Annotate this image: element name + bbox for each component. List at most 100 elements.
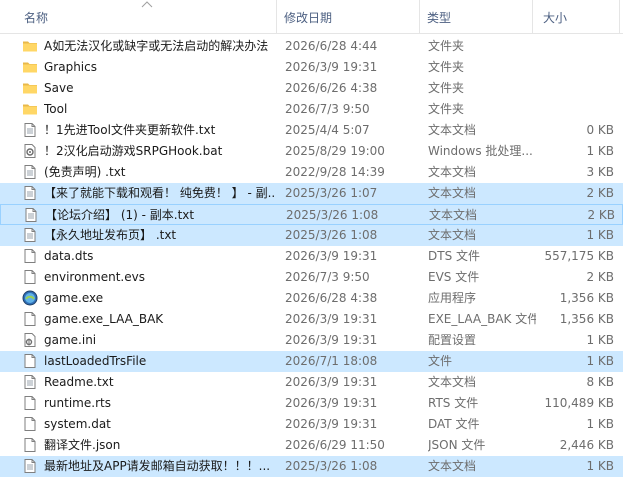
file-size: 1,356 KB — [559, 312, 614, 326]
file-row[interactable]: Graphics 2026/3/9 19:31 文件夹 — [0, 57, 623, 78]
file-row[interactable]: 【永久地址发布页】 .txt 2025/3/26 1:08 文本文档 1 KB — [0, 225, 623, 246]
text-file-icon — [23, 207, 39, 223]
file-name: ！2汉化启动游戏SRPGHook.bat — [44, 144, 223, 158]
file-row[interactable]: runtime.rts 2026/3/9 19:31 RTS 文件 110,489 K… — [0, 393, 623, 414]
file-type: JSON 文件 — [428, 438, 486, 452]
file-row[interactable]: Save 2026/6/26 4:38 文件夹 — [0, 78, 623, 99]
file-date: 2026/3/9 19:31 — [285, 249, 378, 263]
file-row[interactable]: 最新地址及APP请发邮箱自动获取！！！... 2025/3/26 1:08 文本文档… — [0, 456, 623, 477]
file-date: 2025/3/26 1:08 — [286, 208, 379, 222]
text-file-icon — [22, 122, 38, 138]
file-size: 1 KB — [586, 354, 614, 368]
file-type: 文本文档 — [428, 123, 477, 137]
file-type: 配置设置 — [428, 333, 477, 347]
file-type: DAT 文件 — [428, 417, 480, 431]
file-size: 1 KB — [586, 144, 614, 158]
file-row[interactable]: game.ini 2026/3/9 19:31 配置设置 1 KB — [0, 330, 623, 351]
file-size: 557,175 KB — [544, 249, 614, 263]
folder-icon — [22, 101, 38, 117]
file-name: 最新地址及APP请发邮箱自动获取！！！... — [44, 459, 271, 473]
column-divider[interactable] — [619, 0, 620, 33]
file-row[interactable]: A如无法汉化或缺字或无法启动的解决办法 2026/6/28 4:44 文件夹 — [0, 36, 623, 57]
file-row[interactable]: ！1先进Tool文件夹更新软件.txt 2025/4/4 5:07 文本文档 0 KB — [0, 120, 623, 141]
file-row[interactable]: 翻译文件.json 2026/6/29 11:50 JSON 文件 2,446 KB — [0, 435, 623, 456]
file-date: 2026/7/1 18:08 — [285, 354, 378, 368]
file-date: 2025/3/26 1:07 — [285, 186, 378, 200]
blank-file-icon — [22, 395, 38, 411]
file-type: 文本文档 — [429, 208, 478, 222]
file-row[interactable]: 【论坛介绍】 (1) - 副本.txt 2025/3/26 1:08 文本文档 2 K… — [0, 204, 623, 225]
file-list: A如无法汉化或缺字或无法启动的解决办法 2026/6/28 4:44 文件夹 Grap… — [0, 36, 623, 477]
file-name: runtime.rts — [44, 396, 111, 410]
file-name: game.ini — [44, 333, 97, 347]
file-name: game.exe_LAA_BAK — [44, 312, 164, 326]
file-size: 1 KB — [586, 228, 614, 242]
file-date: 2026/3/9 19:31 — [285, 60, 378, 74]
file-type: 文件夹 — [428, 102, 465, 116]
file-size: 2 KB — [586, 186, 614, 200]
file-name: game.exe — [44, 291, 104, 305]
text-file-icon — [22, 164, 38, 180]
file-type: 文件夹 — [428, 60, 465, 74]
file-size — [536, 78, 614, 99]
blank-file-icon — [22, 353, 38, 369]
file-row[interactable]: game.exe 2026/6/28 4:38 应用程序 1,356 KB — [0, 288, 623, 309]
column-divider[interactable] — [532, 0, 533, 33]
text-file-icon — [22, 185, 38, 201]
file-type: DTS 文件 — [428, 249, 481, 263]
column-header-type[interactable]: 类型 — [422, 0, 532, 33]
file-name: lastLoadedTrsFile — [44, 354, 147, 368]
folder-icon — [22, 80, 38, 96]
file-row[interactable]: Tool 2026/7/3 9:50 文件夹 — [0, 99, 623, 120]
file-size: 2,446 KB — [559, 438, 614, 452]
file-name: ！1先进Tool文件夹更新软件.txt — [44, 123, 216, 137]
file-name: data.dts — [44, 249, 94, 263]
file-type: 文本文档 — [428, 228, 477, 242]
file-row[interactable]: data.dts 2026/3/9 19:31 DTS 文件 557,175 KB — [0, 246, 623, 267]
file-date: 2025/3/26 1:08 — [285, 459, 378, 473]
blank-file-icon — [22, 311, 38, 327]
text-file-icon — [22, 374, 38, 390]
file-date: 2026/7/3 9:50 — [285, 270, 370, 284]
file-row[interactable]: ！2汉化启动游戏SRPGHook.bat 2025/8/29 19:00 Windo… — [0, 141, 623, 162]
file-size: 2 KB — [586, 270, 614, 284]
file-date: 2026/6/29 11:50 — [285, 438, 385, 452]
file-row[interactable]: system.dat 2026/3/9 19:31 DAT 文件 1 KB — [0, 414, 623, 435]
file-row[interactable]: environment.evs 2026/7/3 9:50 EVS 文件 2 KB — [0, 267, 623, 288]
file-name: 【永久地址发布页】 .txt — [44, 228, 177, 242]
file-date: 2025/3/26 1:08 — [285, 228, 378, 242]
file-row[interactable]: lastLoadedTrsFile 2026/7/1 18:08 文件 1 KB — [0, 351, 623, 372]
column-header-bar: 名称 修改日期 类型 大小 — [0, 0, 623, 34]
file-type: 文件夹 — [428, 39, 465, 53]
file-date: 2026/3/9 19:31 — [285, 417, 378, 431]
file-name: 【来了就能下载和观看！ 纯免费！ 】 - 副... — [44, 186, 274, 200]
batch-file-icon — [22, 143, 38, 159]
file-size: 3 KB — [586, 165, 614, 179]
file-row[interactable]: (免责声明) .txt 2022/9/28 14:39 文本文档 3 KB — [0, 162, 623, 183]
file-type: 文本文档 — [428, 459, 477, 473]
file-size: 2 KB — [587, 208, 615, 222]
column-header-size[interactable]: 大小 — [538, 0, 618, 33]
column-divider[interactable] — [419, 0, 420, 33]
file-date: 2026/6/28 4:44 — [285, 39, 378, 53]
file-row[interactable]: game.exe_LAA_BAK 2026/3/9 19:31 EXE_LAA_BA… — [0, 309, 623, 330]
file-type: EXE_LAA_BAK 文件 — [428, 312, 536, 326]
file-date: 2026/3/9 19:31 — [285, 312, 378, 326]
file-name: A如无法汉化或缺字或无法启动的解决办法 — [44, 39, 269, 53]
file-date: 2022/9/28 14:39 — [285, 165, 385, 179]
sort-ascending-icon[interactable] — [141, 0, 153, 10]
column-header-date[interactable]: 修改日期 — [279, 0, 419, 33]
file-date: 2026/3/9 19:31 — [285, 396, 378, 410]
file-name: 翻译文件.json — [44, 438, 121, 452]
file-type: RTS 文件 — [428, 396, 479, 410]
file-row[interactable]: 【来了就能下载和观看！ 纯免费！ 】 - 副... 2025/3/26 1:07 文… — [0, 183, 623, 204]
text-file-icon — [22, 227, 38, 243]
file-row[interactable]: Readme.txt 2026/3/9 19:31 文本文档 8 KB — [0, 372, 623, 393]
file-type: 文件夹 — [428, 81, 465, 95]
file-name: environment.evs — [44, 270, 145, 284]
blank-file-icon — [22, 248, 38, 264]
file-name: (免责声明) .txt — [44, 165, 126, 179]
column-divider[interactable] — [276, 0, 277, 33]
file-type: 文本文档 — [428, 165, 477, 179]
file-name: Tool — [44, 102, 68, 116]
